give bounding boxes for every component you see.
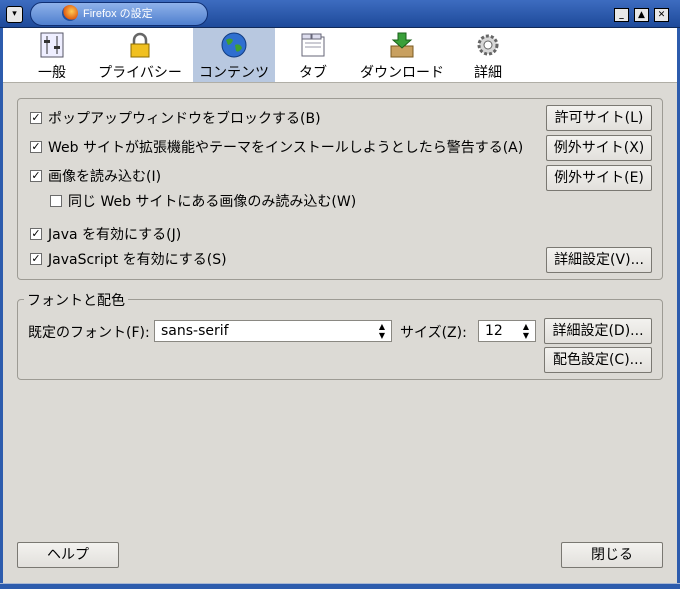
tab-downloads[interactable]: ダウンロード	[355, 28, 449, 82]
font-size-label: サイズ(Z):	[400, 325, 467, 341]
sliders-icon	[40, 32, 64, 58]
tab-general[interactable]: 一般	[21, 28, 83, 82]
category-toolbar: 一般 プライバシー コンテンツ タブ ダウンロード 詳細	[3, 28, 677, 83]
enable-javascript-label: JavaScript を有効にする(S)	[48, 252, 227, 268]
javascript-advanced-button[interactable]: 詳細設定(V)...	[546, 247, 652, 273]
tab-label: タブ	[299, 65, 327, 81]
tab-tabs[interactable]: タブ	[287, 28, 339, 82]
popup-block-label: ポップアップウィンドウをブロックする(B)	[48, 111, 321, 127]
tab-content[interactable]: コンテンツ	[193, 28, 275, 82]
fonts-group-legend: フォントと配色	[24, 290, 128, 310]
tab-label: 詳細	[474, 65, 502, 81]
tab-label: コンテンツ	[199, 65, 269, 81]
title-bar: ▾ Firefox の設定 _ ▲ ✕	[0, 0, 680, 28]
close-window-button[interactable]: ✕	[654, 8, 669, 22]
popup-block-checkbox[interactable]: ✓	[30, 112, 42, 124]
font-size-value: 12	[485, 323, 503, 339]
enable-java-label: Java を有効にする(J)	[48, 227, 182, 243]
tab-label: プライバシー	[98, 65, 182, 81]
window-menu-button[interactable]: ▾	[6, 6, 23, 23]
help-button[interactable]: ヘルプ	[17, 542, 119, 568]
same-site-images-checkbox[interactable]	[50, 195, 62, 207]
fonts-advanced-button[interactable]: 詳細設定(D)...	[544, 318, 652, 344]
same-site-images-label: 同じ Web サイトにある画像のみ読み込む(W)	[68, 194, 357, 210]
colors-button[interactable]: 配色設定(C)...	[544, 347, 652, 373]
size-select-arrows-icon: ▲ ▼	[522, 322, 530, 340]
firefox-logo-icon	[62, 5, 78, 21]
font-select-arrows-icon: ▲ ▼	[378, 322, 386, 340]
tabs-icon	[301, 33, 325, 57]
preferences-window: 一般 プライバシー コンテンツ タブ ダウンロード 詳細 ✓ ポップアップウィン…	[0, 28, 680, 583]
enable-javascript-checkbox[interactable]: ✓	[30, 253, 42, 265]
tab-privacy[interactable]: プライバシー	[91, 28, 189, 82]
globe-icon	[221, 32, 247, 58]
lock-icon	[130, 32, 150, 58]
font-size-select[interactable]: 12 ▲ ▼	[478, 320, 536, 342]
default-font-label: 既定のフォント(F):	[28, 325, 150, 341]
default-font-value: sans-serif	[161, 323, 229, 339]
image-exceptions-button[interactable]: 例外サイト(E)	[546, 165, 652, 191]
load-images-label: 画像を読み込む(I)	[48, 169, 162, 185]
warn-install-label: Web サイトが拡張機能やテーマをインストールしようとしたら警告する(A)	[48, 140, 524, 156]
warn-install-checkbox[interactable]: ✓	[30, 141, 42, 153]
default-font-select[interactable]: sans-serif ▲ ▼	[154, 320, 392, 342]
tab-advanced[interactable]: 詳細	[463, 28, 513, 82]
addon-exceptions-button[interactable]: 例外サイト(X)	[546, 135, 652, 161]
allowed-sites-button[interactable]: 許可サイト(L)	[546, 105, 652, 131]
minimize-button[interactable]: _	[614, 8, 629, 22]
load-images-checkbox[interactable]: ✓	[30, 170, 42, 182]
gear-icon	[477, 34, 499, 56]
maximize-button[interactable]: ▲	[634, 8, 649, 22]
enable-java-checkbox[interactable]: ✓	[30, 228, 42, 240]
tab-label: ダウンロード	[360, 65, 444, 81]
window-bottom-border	[0, 583, 680, 589]
content-options-group: ✓ ポップアップウィンドウをブロックする(B) ✓ Web サイトが拡張機能やテ…	[17, 98, 663, 280]
download-icon	[390, 32, 414, 58]
close-button[interactable]: 閉じる	[561, 542, 663, 568]
tab-label: 一般	[38, 65, 66, 81]
window-title: Firefox の設定	[83, 8, 153, 20]
fonts-colors-group: フォントと配色 既定のフォント(F): sans-serif ▲ ▼ サイズ(Z…	[17, 290, 663, 380]
window-title-pill: Firefox の設定	[30, 2, 208, 26]
